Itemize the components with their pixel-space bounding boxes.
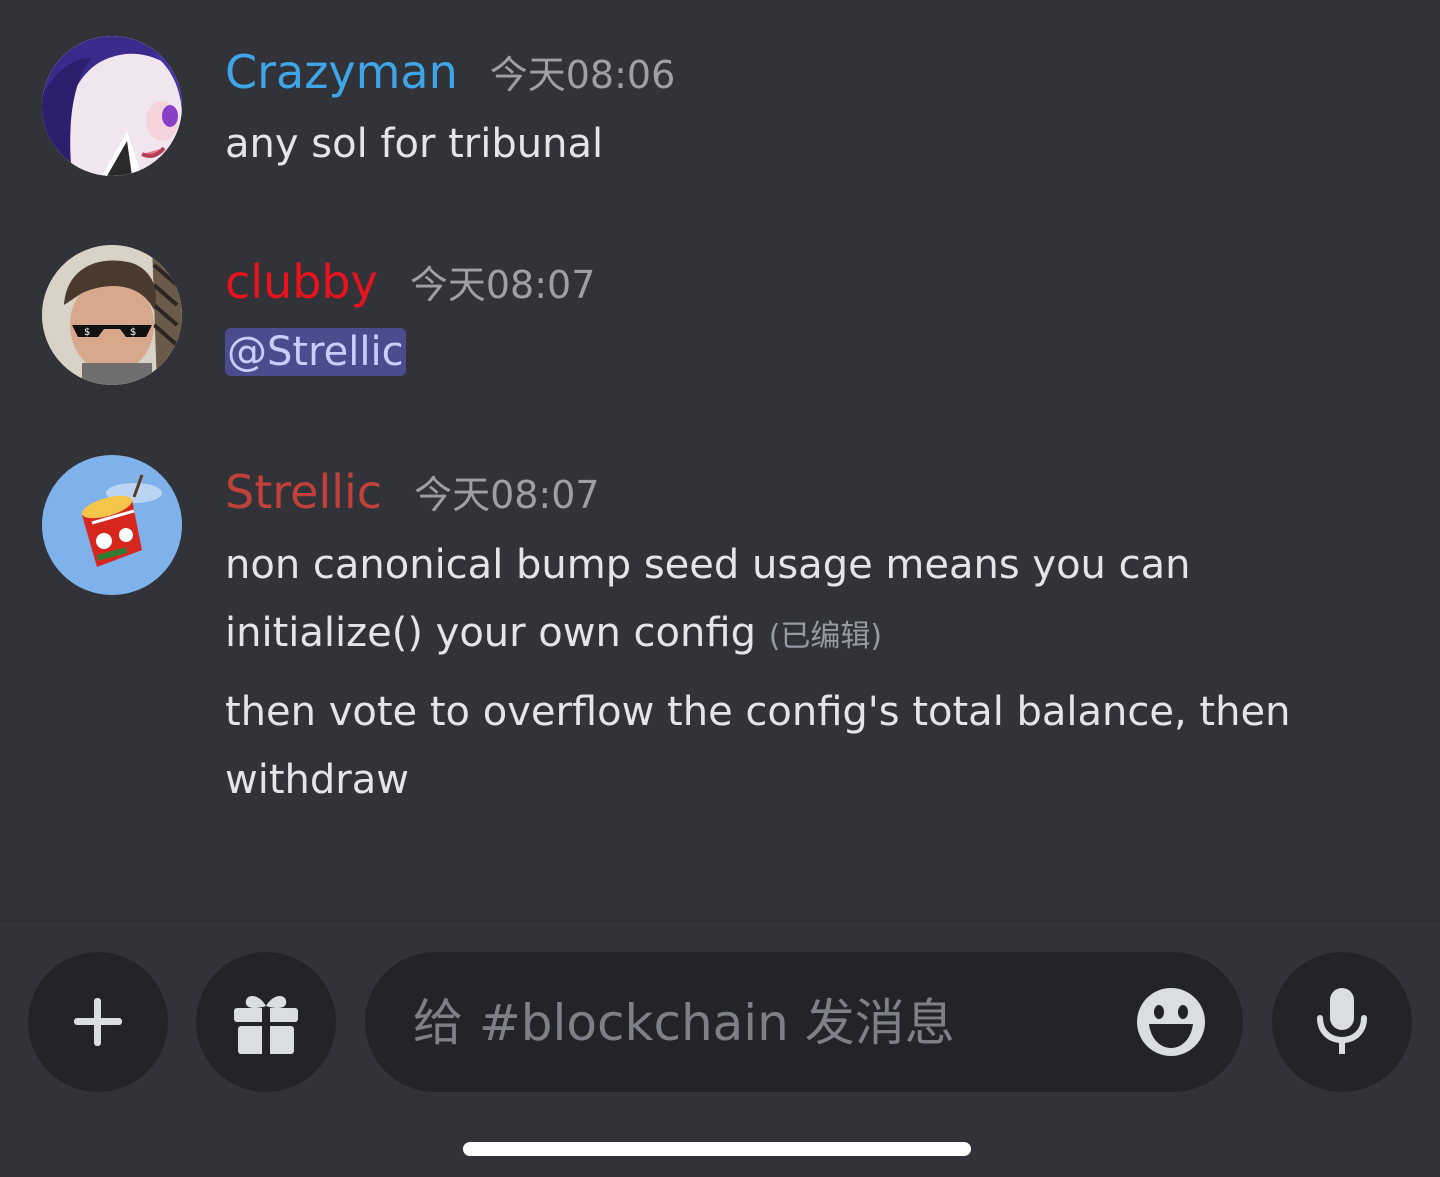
avatar-strellic[interactable]: [42, 455, 182, 595]
message-text-line-edited: initialize() your own config (已编辑): [225, 609, 882, 661]
message-text: any sol for tribunal: [225, 121, 604, 167]
voice-message-button[interactable]: [1272, 952, 1412, 1092]
username[interactable]: clubby: [225, 255, 378, 309]
gift-button[interactable]: [196, 952, 336, 1092]
timestamp: 今天08:07: [414, 473, 600, 517]
sunglasses-man-avatar: $ $: [42, 245, 182, 385]
message-composer: [0, 922, 1440, 1177]
message-input-box[interactable]: [365, 952, 1243, 1092]
user-mention[interactable]: @Strellic: [225, 328, 406, 376]
home-indicator: [463, 1142, 971, 1156]
add-attachment-button[interactable]: [28, 952, 168, 1092]
avatar-crazyman[interactable]: [42, 36, 182, 176]
gift-icon: [234, 996, 298, 1054]
message-text-container: @Strellic: [225, 328, 406, 376]
edited-label: (已编辑): [768, 619, 883, 654]
message-text-line: then vote to overflow the config's total…: [225, 689, 1291, 735]
microphone-icon: [1317, 988, 1367, 1054]
timestamp: 今天08:06: [489, 53, 676, 97]
message-text-line: non canonical bump seed usage means you …: [225, 542, 1191, 588]
message-text-line: withdraw: [225, 757, 409, 803]
message-input[interactable]: [411, 982, 1115, 1064]
svg-text:$: $: [130, 327, 136, 338]
message-list: Crazyman 今天08:06 any sol for tribunal $ …: [0, 0, 1440, 920]
anime-girl-avatar: [42, 36, 182, 176]
message-text: initialize() your own config: [225, 610, 756, 656]
username[interactable]: Strellic: [225, 465, 382, 519]
noodle-cup-avatar: [42, 455, 182, 595]
emoji-icon[interactable]: [1135, 986, 1207, 1058]
username[interactable]: Crazyman: [225, 45, 458, 99]
plus-icon: [74, 998, 122, 1046]
timestamp: 今天08:07: [409, 263, 596, 307]
avatar-clubby[interactable]: $ $: [42, 245, 182, 385]
svg-text:$: $: [84, 327, 90, 338]
